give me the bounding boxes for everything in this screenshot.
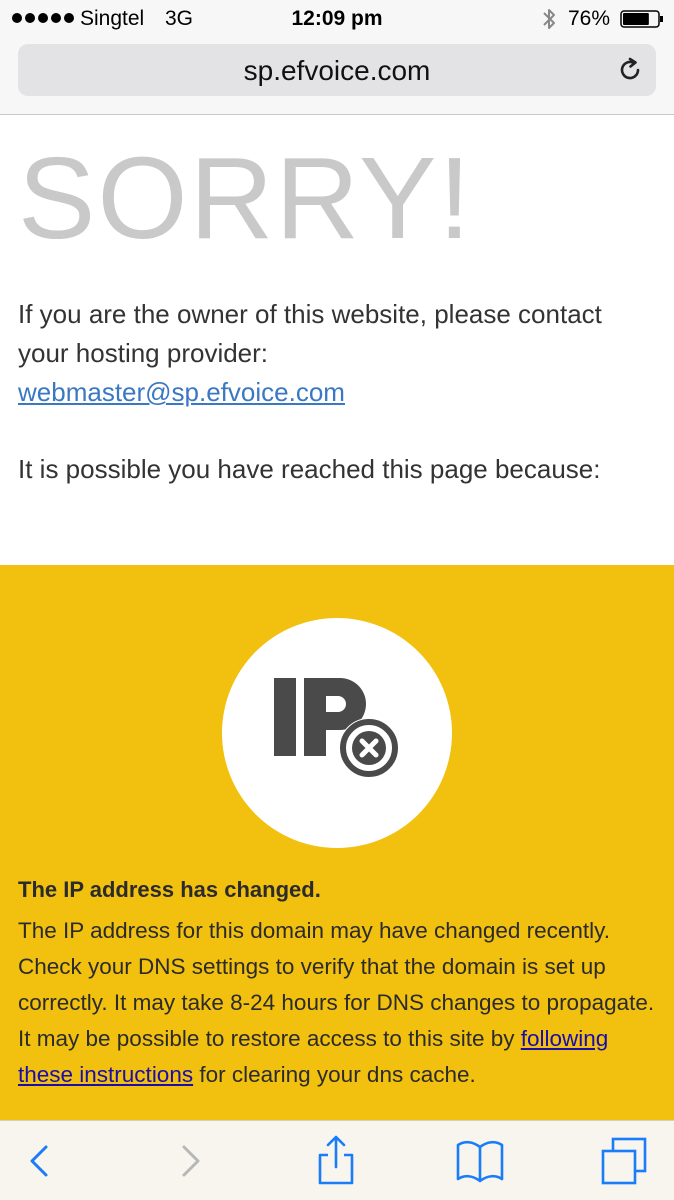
battery-icon <box>620 10 663 28</box>
share-icon <box>318 1135 354 1185</box>
tabs-icon <box>601 1137 647 1185</box>
reload-icon[interactable] <box>616 56 644 84</box>
status-bar: Singtel 3G 12:09 pm 76% <box>0 0 674 38</box>
chevron-left-icon <box>30 1145 48 1177</box>
tabs-button[interactable] <box>596 1133 652 1189</box>
chevron-right-icon <box>182 1145 200 1177</box>
page-content: SORRY! If you are the owner of this webs… <box>0 115 674 1120</box>
bluetooth-icon <box>543 9 555 29</box>
url-text[interactable]: sp.efvoice.com <box>18 55 656 87</box>
browser-nav-bar: sp.efvoice.com <box>0 38 674 115</box>
forward-button[interactable] <box>162 1133 218 1189</box>
reason-description: The IP address for this domain may have … <box>18 913 658 1093</box>
screen: Singtel 3G 12:09 pm 76% sp.efvoice.com S… <box>0 0 674 1200</box>
owner-message: If you are the owner of this website, pl… <box>18 295 638 412</box>
browser-toolbar <box>0 1120 674 1200</box>
page-heading: SORRY! <box>18 133 473 263</box>
reason-text-after-link: for clearing your dns cache. <box>199 1062 476 1087</box>
book-icon <box>456 1140 504 1183</box>
back-button[interactable] <box>12 1133 68 1189</box>
address-bar[interactable]: sp.efvoice.com <box>18 44 656 96</box>
share-button[interactable] <box>308 1133 364 1189</box>
bookmarks-button[interactable] <box>452 1133 508 1189</box>
owner-text: If you are the owner of this website, pl… <box>18 299 602 368</box>
ip-icon-circle <box>222 618 452 848</box>
reason-intro: It is possible you have reached this pag… <box>18 454 601 484</box>
battery-percentage: 76% <box>568 7 611 30</box>
webmaster-email-link[interactable]: webmaster@sp.efvoice.com <box>18 377 345 407</box>
ip-error-icon <box>274 678 399 778</box>
reason-card: The IP address has changed. The IP addre… <box>0 565 674 1120</box>
reason-title: The IP address has changed. <box>18 877 321 902</box>
